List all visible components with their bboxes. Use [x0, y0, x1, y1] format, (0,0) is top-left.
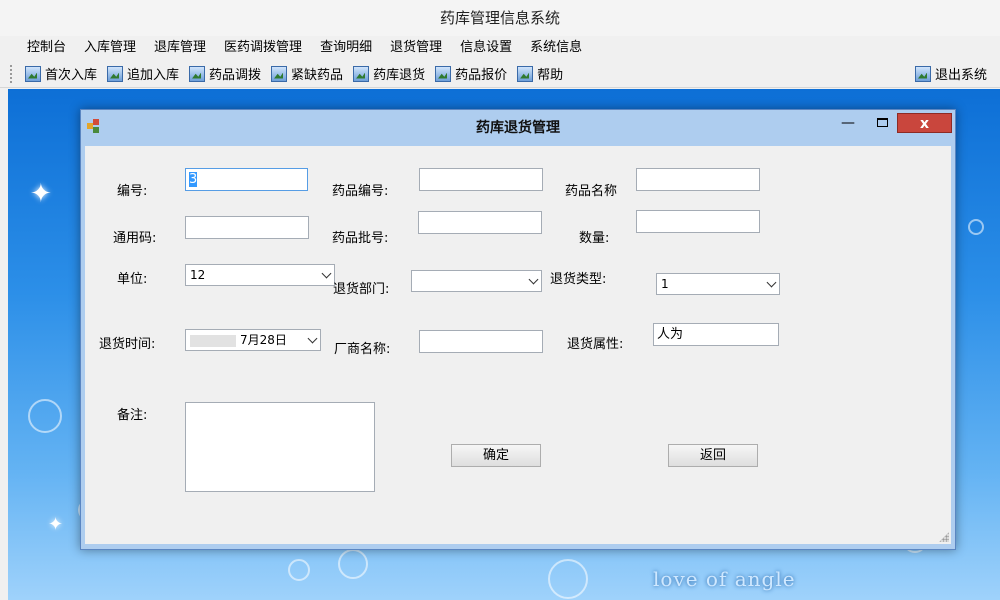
image-icon [25, 65, 41, 82]
generic-code-field[interactable] [185, 216, 309, 239]
chevron-down-icon [323, 266, 330, 282]
label-batch-no: 药品批号: [332, 231, 389, 246]
maximize-icon [876, 118, 888, 127]
menu-transfer[interactable]: 医药调拨管理 [215, 36, 311, 60]
toolbar-return[interactable]: 药库退货 [348, 62, 430, 86]
id-field[interactable]: 3 [185, 168, 308, 191]
menu-query[interactable]: 查询明细 [311, 36, 381, 60]
menu-stock-in[interactable]: 入库管理 [75, 36, 145, 60]
image-icon [189, 65, 206, 82]
toolbar-add-stock-in[interactable]: 追加入库 [102, 62, 184, 86]
toolbar-grip[interactable] [10, 64, 14, 83]
toolbar-label: 帮助 [537, 68, 564, 83]
bubble-decoration [288, 559, 310, 581]
maximize-button[interactable] [871, 113, 893, 133]
unit-select[interactable]: 12 [185, 264, 335, 286]
toolbar-drug-transfer[interactable]: 药品调拨 [184, 62, 266, 86]
image-icon [353, 65, 370, 82]
dept-select[interactable] [411, 270, 542, 292]
toolbar-label: 退出系统 [934, 68, 987, 83]
date-year-blur [190, 334, 236, 347]
manufacturer-field[interactable] [419, 330, 543, 353]
label-unit: 单位: [117, 272, 148, 287]
return-time-value: 7月28日 [240, 333, 287, 347]
back-button[interactable]: 返回 [668, 444, 758, 467]
label-manufacturer: 厂商名称: [334, 342, 391, 357]
bubble-decoration [968, 219, 984, 235]
image-icon [435, 65, 452, 82]
drug-name-field[interactable] [636, 168, 760, 191]
label-generic-code: 通用码: [113, 231, 157, 246]
toolbar-label: 紧缺药品 [291, 68, 344, 83]
dialog-client-area: 编号: 3 药品编号: 药品名称 通用码: 药品批号: 数量: 单位: 12 退… [85, 146, 951, 544]
quantity-field[interactable] [636, 210, 760, 233]
return-dialog: 药库退货管理 — x 编号: 3 药品编号: 药品名称 通用码: 药品批号: 数… [80, 109, 956, 550]
toolbar-label: 追加入库 [127, 68, 180, 83]
image-icon [271, 65, 288, 82]
toolbar-label: 药库退货 [373, 68, 426, 83]
toolbar-label: 首次入库 [45, 68, 98, 83]
app-title: 药库管理信息系统 [0, 0, 1000, 36]
label-drug-code: 药品编号: [332, 184, 389, 199]
menu-settings[interactable]: 信息设置 [451, 36, 521, 60]
toolbar-quote[interactable]: 药品报价 [430, 62, 512, 86]
image-icon [107, 65, 124, 82]
batch-no-field[interactable] [418, 211, 542, 234]
label-drug-name: 药品名称 [565, 184, 618, 199]
toolbar-label: 药品调拨 [209, 68, 262, 83]
unit-value: 12 [190, 268, 206, 282]
menu-bar: 控制台 入库管理 退库管理 医药调拨管理 查询明细 退货管理 信息设置 系统信息 [0, 36, 1000, 60]
menu-stock-return[interactable]: 退库管理 [145, 36, 215, 60]
menu-console[interactable]: 控制台 [18, 36, 75, 60]
toolbar-first-stock-in[interactable]: 首次入库 [20, 62, 102, 86]
image-icon [914, 65, 931, 82]
return-type-value: 1 [661, 277, 669, 291]
label-return-type: 退货类型: [550, 272, 607, 287]
sparkle-icon: ✦ [48, 514, 64, 535]
label-quantity: 数量: [579, 231, 610, 246]
sparkle-icon: ✦ [30, 179, 52, 209]
return-time-picker[interactable]: 7月28日 [185, 329, 321, 351]
bubble-decoration [548, 559, 588, 599]
label-return-time: 退货时间: [99, 337, 156, 352]
desktop-watermark: love of angle [653, 567, 796, 591]
remark-textarea[interactable] [185, 402, 375, 492]
menu-returns[interactable]: 退货管理 [381, 36, 451, 60]
chevron-down-icon [530, 272, 537, 288]
confirm-button[interactable]: 确定 [451, 444, 541, 467]
chevron-down-icon [309, 331, 316, 347]
image-icon [517, 65, 534, 82]
dialog-title: 药库退货管理 [476, 120, 560, 136]
label-id: 编号: [117, 184, 148, 199]
toolbar: 首次入库 追加入库 药品调拨 紧缺药品 药库退货 药品报价 帮助 退出系统 [0, 60, 1000, 88]
drug-code-field[interactable] [419, 168, 543, 191]
label-attribute: 退货属性: [567, 337, 624, 352]
return-type-select[interactable]: 1 [656, 273, 780, 295]
toolbar-exit[interactable]: 退出系统 [910, 62, 992, 86]
chevron-down-icon [768, 275, 775, 291]
attribute-field[interactable]: 人为 [653, 323, 779, 346]
bubble-decoration [338, 549, 368, 579]
label-remark: 备注: [117, 408, 148, 423]
close-button[interactable]: x [897, 113, 952, 133]
bubble-decoration [28, 399, 62, 433]
minimize-button[interactable]: — [837, 113, 859, 133]
menu-system-info[interactable]: 系统信息 [521, 36, 591, 60]
label-dept: 退货部门: [333, 282, 390, 297]
toolbar-label: 药品报价 [455, 68, 508, 83]
resize-grip[interactable] [939, 532, 949, 542]
toolbar-shortage[interactable]: 紧缺药品 [266, 62, 348, 86]
toolbar-help[interactable]: 帮助 [512, 62, 568, 86]
